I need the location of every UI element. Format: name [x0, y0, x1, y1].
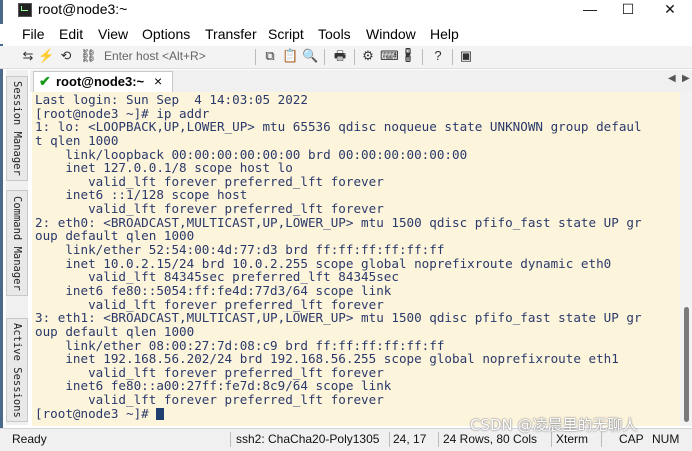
- tab-scroll-left-icon[interactable]: ◀: [668, 73, 676, 84]
- keymap-icon[interactable]: ⌨: [380, 48, 399, 64]
- terminal-line: oup default qlen 1000: [35, 228, 195, 244]
- terminal-text: Last login: Sun Sep 4 14:03:05 2022 [root…: [35, 93, 642, 420]
- terminal-line: t qlen 1000: [35, 132, 119, 148]
- menu-edit[interactable]: Edit: [59, 26, 83, 42]
- session-tab[interactable]: ✔ root@node3:~ ×: [33, 71, 173, 92]
- quick-connect-icon[interactable]: ⚡: [38, 48, 54, 64]
- find-icon[interactable]: 🔍: [302, 48, 318, 64]
- menu-script[interactable]: Script: [268, 26, 304, 42]
- terminal-line: oup default qlen 1000: [35, 323, 195, 339]
- terminal-prompt: [root@node3 ~]#: [35, 405, 157, 421]
- terminal-line: 1: lo: <LOOPBACK,UP,LOWER_UP> mtu 65536 …: [35, 119, 642, 135]
- terminal-cursor: [156, 407, 165, 420]
- toolbar-divider: [324, 49, 325, 65]
- menu-transfer[interactable]: Transfer: [205, 26, 257, 42]
- session-tab-label: root@node3:~: [56, 74, 145, 89]
- terminal-line: inet 127.0.0.1/8 scope host lo: [35, 160, 293, 176]
- session-manager-label: Session Manager: [11, 81, 23, 176]
- screenshot-icon[interactable]: ▣: [458, 48, 474, 64]
- terminal-line: inet6 ::1/128 scope host: [35, 187, 248, 203]
- sftp-icon[interactable]: 🖁: [400, 48, 416, 64]
- terminal-line: Last login: Sun Sep 4 14:03:05 2022: [35, 92, 308, 107]
- disconnect-icon[interactable]: ⛓: [80, 48, 97, 64]
- help-icon[interactable]: ?: [430, 48, 446, 64]
- host-input[interactable]: [104, 48, 249, 64]
- terminal-line: link/ether 52:54:00:4d:77:d3 brd ff:ff:f…: [35, 242, 445, 258]
- settings-icon[interactable]: ⚙: [360, 48, 376, 64]
- command-manager-tab[interactable]: Command Manager: [6, 190, 28, 296]
- active-sessions-tab[interactable]: Active Sessions: [6, 318, 28, 422]
- terminal-line: inet 192.168.56.202/24 brd 192.168.56.25…: [35, 351, 619, 367]
- terminal-line: inet 10.0.2.15/24 brd 10.0.2.255 scope g…: [35, 255, 612, 271]
- terminal-line: valid_lft 84345sec preferred_lft 84345se…: [35, 269, 399, 285]
- watermark: CSDN @凌晨里的无聊人: [470, 416, 638, 434]
- terminal-line: valid_lft forever preferred_lft forever: [35, 296, 384, 312]
- session-tab-bar: ✔ root@node3:~ × ◀ ▶: [30, 70, 692, 92]
- menu-window[interactable]: Window: [366, 26, 416, 42]
- menu-view[interactable]: View: [98, 26, 128, 42]
- toolbar-divider: [422, 49, 423, 65]
- command-manager-label: Command Manager: [11, 195, 23, 291]
- connected-check-icon: ✔: [39, 73, 51, 89]
- status-ready: Ready: [12, 432, 47, 446]
- status-divider: [438, 432, 439, 447]
- status-divider: [230, 432, 231, 447]
- menu-bar: File Edit View Options Transfer Script T…: [0, 24, 692, 44]
- toolbar-divider: [452, 49, 453, 65]
- terminal-line: valid_lft forever preferred_lft forever: [35, 364, 384, 380]
- toolbar-divider: [255, 49, 256, 65]
- tab-scroll-right-icon[interactable]: ▶: [682, 73, 690, 84]
- maximize-button[interactable]: ☐: [606, 0, 650, 20]
- paste-icon[interactable]: 📋: [282, 48, 298, 64]
- menu-file[interactable]: File: [22, 26, 45, 42]
- terminal-output[interactable]: Last login: Sun Sep 4 14:03:05 2022 [root…: [32, 92, 680, 426]
- tab-close-button[interactable]: ×: [154, 73, 162, 89]
- app-terminal-icon: [18, 3, 32, 17]
- copy-icon[interactable]: ⧉: [262, 48, 278, 64]
- title-bar: root@node3:~ — ☐ ✕: [0, 0, 692, 20]
- menu-help[interactable]: Help: [430, 26, 459, 42]
- menu-tools[interactable]: Tools: [318, 26, 351, 42]
- active-sessions-label: Active Sessions: [11, 322, 23, 418]
- window-title: root@node3:~: [38, 1, 128, 17]
- side-panel-tabs: Session Manager Command Manager Active S…: [6, 70, 28, 425]
- terminal-line: [root@node3 ~]# ip addr: [35, 105, 210, 121]
- status-cursor-position: 24, 17: [393, 432, 427, 446]
- terminal-line: 3: eth1: <BROADCAST,MULTICAST,UP,LOWER_U…: [35, 310, 642, 326]
- terminal-line: inet6 fe80::a00:27ff:fe7d:8c9/64 scope l…: [35, 378, 392, 394]
- print-icon[interactable]: 🖶: [332, 48, 348, 64]
- terminal-line: link/ether 08:00:27:7d:08:c9 brd ff:ff:f…: [35, 337, 445, 353]
- scrollbar-thumb[interactable]: [684, 307, 689, 422]
- terminal-line: inet6 fe80::5054:ff:fe4d:77d3/64 scope l…: [35, 282, 392, 298]
- terminal-line: valid_lft forever preferred_lft forever: [35, 201, 384, 217]
- terminal-line: link/loopback 00:00:00:00:00:00 brd 00:0…: [35, 146, 468, 162]
- close-button[interactable]: ✕: [648, 0, 692, 20]
- terminal-scrollbar[interactable]: [680, 92, 692, 426]
- status-divider: [389, 432, 390, 447]
- menu-options[interactable]: Options: [142, 26, 190, 42]
- session-manager-tab[interactable]: Session Manager: [6, 76, 28, 181]
- toolbar-divider: [354, 49, 355, 65]
- status-num-lock: NUM: [652, 432, 680, 446]
- status-cipher: ssh2: ChaCha20-Poly1305: [236, 432, 380, 446]
- connect-icon[interactable]: ⇆: [20, 48, 36, 64]
- reconnect-icon[interactable]: ⟲: [58, 48, 74, 64]
- terminal-line: 2: eth0: <BROADCAST,MULTICAST,UP,LOWER_U…: [35, 214, 642, 230]
- terminal-line: valid_lft forever preferred_lft forever: [35, 173, 384, 189]
- toolbar: ⇆ ⚡ ⟲ ⛓ ⧉ 📋 🔍 🖶 ⚙ ⌨ 🖁 ? ▣: [0, 46, 692, 69]
- terminal-line: valid_lft forever preferred_lft forever: [35, 392, 384, 408]
